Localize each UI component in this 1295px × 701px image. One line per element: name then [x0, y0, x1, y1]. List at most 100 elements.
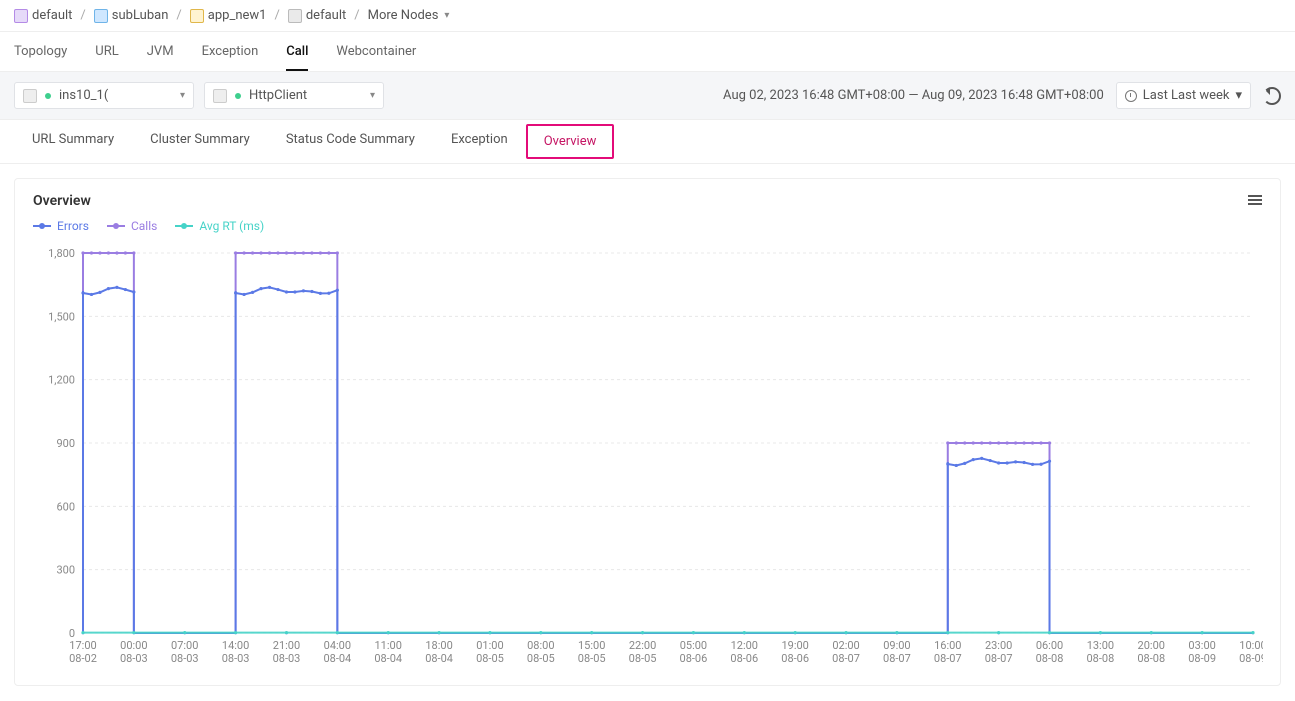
- crumb-default2[interactable]: default: [288, 8, 346, 23]
- overview-card: Overview Errors Calls Avg RT (ms) 030060…: [14, 178, 1281, 686]
- svg-text:08-09: 08-09: [1239, 652, 1263, 665]
- svg-text:08-03: 08-03: [273, 652, 301, 665]
- svg-text:08-05: 08-05: [476, 652, 504, 665]
- clock-icon: [1125, 90, 1137, 102]
- main-tabs: Topology URL JVM Exception Call Webcontainer: [0, 32, 1295, 72]
- cube-icon: [190, 9, 204, 23]
- filter-bar: ins10_1( ▾ HttpClient ▾ Aug 02, 2023 16:…: [0, 72, 1295, 120]
- svg-text:22:00: 22:00: [629, 639, 656, 652]
- svg-text:07:00: 07:00: [171, 639, 198, 652]
- svg-text:08-08: 08-08: [1087, 652, 1115, 665]
- svg-text:08-03: 08-03: [222, 652, 250, 665]
- calendar-icon: [288, 9, 302, 23]
- overview-chart: 03006009001,2001,5001,80017:0008-0200:00…: [33, 243, 1262, 673]
- svg-text:17:00: 17:00: [69, 639, 96, 652]
- svg-text:02:00: 02:00: [832, 639, 859, 652]
- svg-text:08-04: 08-04: [425, 652, 453, 665]
- status-dot-icon: [45, 93, 51, 99]
- svg-text:08:00: 08:00: [527, 639, 554, 652]
- svg-text:08-03: 08-03: [120, 652, 148, 665]
- time-preset-select[interactable]: Last Last week ▾: [1116, 82, 1251, 109]
- svg-text:06:00: 06:00: [1036, 639, 1063, 652]
- svg-text:16:00: 16:00: [934, 639, 961, 652]
- subtab-cluster-summary[interactable]: Cluster Summary: [132, 120, 268, 163]
- svg-text:15:00: 15:00: [578, 639, 605, 652]
- svg-text:08-05: 08-05: [527, 652, 555, 665]
- crumb-subluban[interactable]: subLuban: [94, 8, 169, 23]
- svg-text:05:00: 05:00: [680, 639, 707, 652]
- svg-text:00:00: 00:00: [120, 639, 147, 652]
- svg-text:900: 900: [56, 437, 75, 450]
- tab-exception[interactable]: Exception: [202, 44, 259, 71]
- legend: Errors Calls Avg RT (ms): [33, 219, 1262, 233]
- svg-text:10:00: 10:00: [1239, 639, 1263, 652]
- subtab-exception[interactable]: Exception: [433, 120, 526, 163]
- crumb-default[interactable]: default: [14, 8, 72, 23]
- card-menu-icon[interactable]: [1248, 193, 1262, 207]
- svg-text:08-06: 08-06: [781, 652, 809, 665]
- tab-jvm[interactable]: JVM: [147, 44, 174, 71]
- sub-tabs: URL SummaryCluster SummaryStatus Code Su…: [0, 120, 1295, 164]
- card-title: Overview: [33, 193, 1262, 209]
- chevron-down-icon: ▾: [180, 90, 185, 101]
- svg-text:01:00: 01:00: [476, 639, 503, 652]
- client-select[interactable]: HttpClient ▾: [204, 82, 384, 109]
- svg-text:12:00: 12:00: [731, 639, 758, 652]
- svg-text:1,200: 1,200: [48, 374, 75, 387]
- client-icon: [213, 89, 227, 103]
- legend-calls[interactable]: Calls: [107, 219, 157, 233]
- time-preset-value: Last Last week: [1143, 88, 1230, 103]
- instance-value: ins10_1(: [59, 88, 108, 103]
- breadcrumb: default / subLuban / app_new1 / default …: [0, 0, 1295, 32]
- svg-text:04:00: 04:00: [324, 639, 351, 652]
- svg-text:300: 300: [56, 564, 75, 577]
- svg-text:08-05: 08-05: [629, 652, 657, 665]
- svg-text:08-04: 08-04: [374, 652, 402, 665]
- subtab-url-summary[interactable]: URL Summary: [14, 120, 132, 163]
- tab-webcontainer[interactable]: Webcontainer: [336, 44, 416, 71]
- svg-text:08-07: 08-07: [985, 652, 1013, 665]
- subtab-overview[interactable]: Overview: [526, 124, 615, 159]
- status-dot-icon: [235, 93, 241, 99]
- chevron-down-icon: ▾: [370, 90, 375, 101]
- more-nodes[interactable]: More Nodes ▾: [368, 8, 450, 23]
- svg-text:08-07: 08-07: [832, 652, 860, 665]
- svg-text:20:00: 20:00: [1138, 639, 1165, 652]
- svg-text:600: 600: [56, 500, 75, 513]
- tab-call[interactable]: Call: [286, 44, 308, 71]
- svg-text:1,500: 1,500: [48, 310, 75, 323]
- svg-text:08-05: 08-05: [578, 652, 606, 665]
- svg-text:08-06: 08-06: [730, 652, 758, 665]
- svg-text:08-08: 08-08: [1036, 652, 1064, 665]
- ns-icon: [14, 9, 28, 23]
- instance-select[interactable]: ins10_1( ▾: [14, 82, 194, 109]
- svg-text:08-03: 08-03: [171, 652, 199, 665]
- svg-text:13:00: 13:00: [1087, 639, 1114, 652]
- chevron-down-icon: ▾: [1235, 88, 1242, 103]
- refresh-icon[interactable]: [1263, 87, 1281, 105]
- folder-icon: [94, 9, 108, 23]
- svg-text:08-04: 08-04: [323, 652, 351, 665]
- chevron-down-icon: ▾: [444, 10, 449, 21]
- subtab-status-code-summary[interactable]: Status Code Summary: [268, 120, 433, 163]
- svg-text:08-09: 08-09: [1188, 652, 1216, 665]
- svg-text:08-07: 08-07: [883, 652, 911, 665]
- tab-url[interactable]: URL: [95, 44, 118, 71]
- crumb-app[interactable]: app_new1: [190, 8, 267, 23]
- svg-text:19:00: 19:00: [781, 639, 808, 652]
- svg-text:18:00: 18:00: [425, 639, 452, 652]
- svg-text:09:00: 09:00: [883, 639, 910, 652]
- svg-text:1,800: 1,800: [48, 247, 75, 260]
- svg-text:08-07: 08-07: [934, 652, 962, 665]
- svg-text:03:00: 03:00: [1188, 639, 1215, 652]
- svg-text:23:00: 23:00: [985, 639, 1012, 652]
- time-range-text: Aug 02, 2023 16:48 GMT+08:00 — Aug 09, 2…: [723, 88, 1104, 103]
- svg-text:08-06: 08-06: [680, 652, 708, 665]
- client-value: HttpClient: [249, 88, 307, 103]
- tab-topology[interactable]: Topology: [14, 44, 67, 71]
- legend-avgrt[interactable]: Avg RT (ms): [175, 219, 264, 233]
- svg-text:11:00: 11:00: [375, 639, 402, 652]
- svg-text:21:00: 21:00: [273, 639, 300, 652]
- legend-errors[interactable]: Errors: [33, 219, 89, 233]
- svg-text:14:00: 14:00: [222, 639, 249, 652]
